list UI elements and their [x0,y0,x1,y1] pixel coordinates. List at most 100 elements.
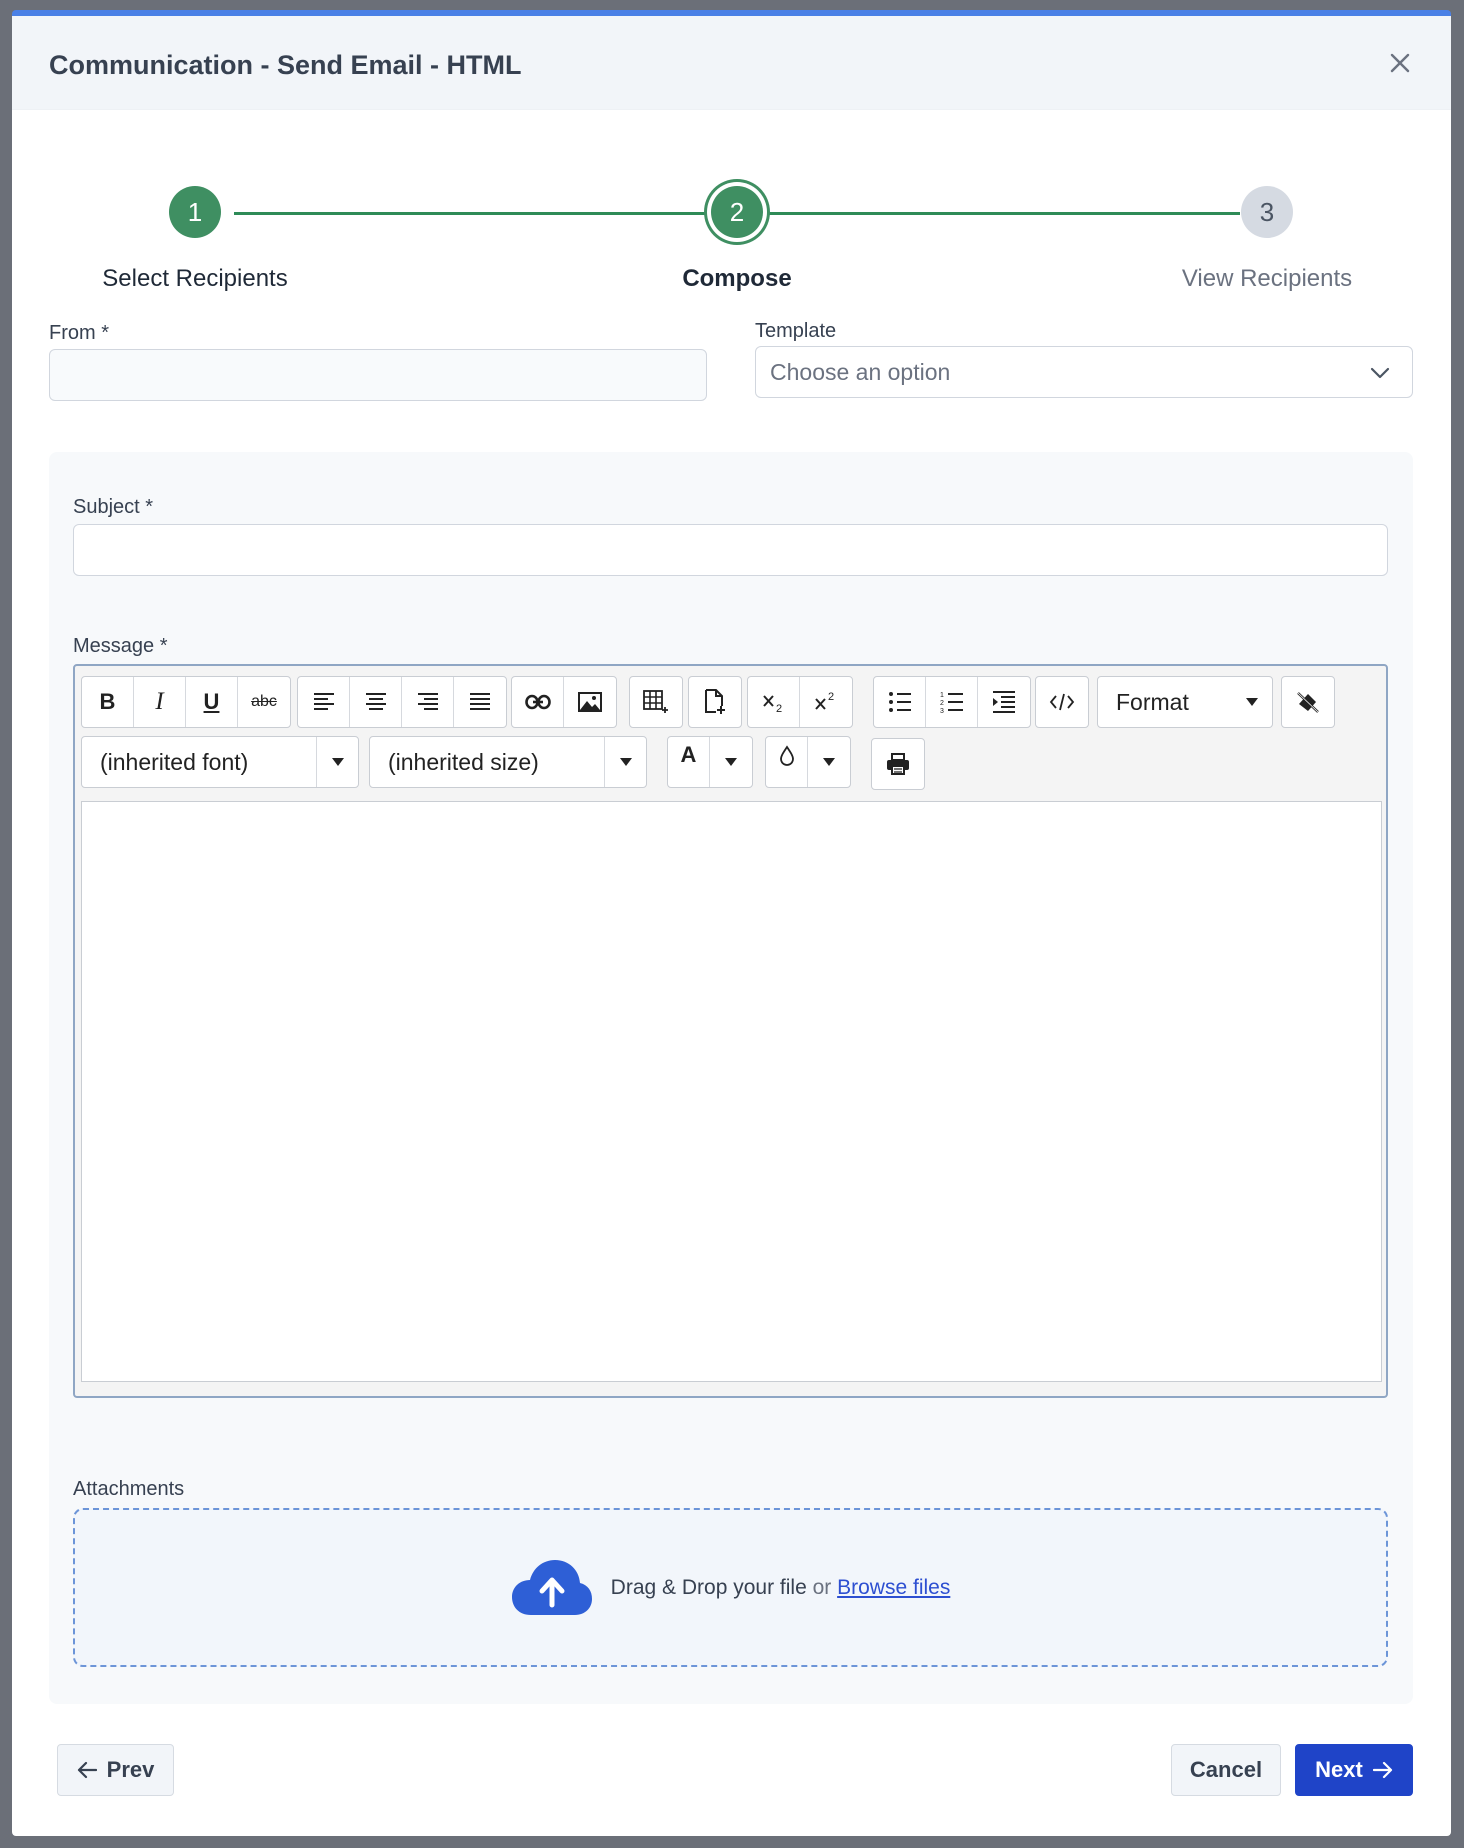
strikethrough-icon: abc [251,693,277,710]
svg-text:1: 1 [940,692,944,699]
format-dropdown-label: Format [1116,688,1189,715]
indent-icon [993,691,1015,713]
font-color-dropdown[interactable] [710,737,752,787]
dropdown-arrow-icon [331,758,344,766]
next-button-label: Next [1315,1757,1363,1782]
font-size-value: (inherited size) [388,748,539,775]
superscript-button[interactable]: 2 [800,677,852,727]
template-placeholder: Choose an option [770,358,951,385]
align-left-button[interactable] [298,677,350,727]
prev-button[interactable]: Prev [57,1744,174,1796]
step-1-circle[interactable]: 1 [169,186,221,238]
italic-button[interactable]: I [134,677,186,727]
bold-icon: B [99,689,116,714]
svg-text:3: 3 [940,708,944,714]
justify-button[interactable] [454,677,506,727]
next-button[interactable]: Next [1295,1744,1413,1796]
subject-field[interactable] [73,524,1388,576]
print-button[interactable] [872,739,924,789]
subscript-button[interactable]: 2 [748,677,800,727]
italic-icon: I [155,688,164,715]
justify-icon [470,693,490,710]
insert-link-button[interactable] [512,677,564,727]
modal-title: Communication - Send Email - HTML [49,50,522,80]
attachments-label: Attachments [73,1478,185,1500]
step-connector-2 [767,212,1240,215]
close-button[interactable] [1387,50,1413,76]
print-icon [887,753,909,775]
bullet-list-button[interactable] [874,677,926,727]
modal-header: Communication - Send Email - HTML [12,16,1451,110]
font-size-dropdown[interactable]: (inherited size) [369,736,647,788]
step-2-circle[interactable]: 2 [711,186,763,238]
from-label: From * [49,322,109,344]
align-center-icon [365,693,386,710]
dropdown-arrow-icon [1246,698,1258,706]
font-family-value: (inherited font) [100,748,249,775]
cancel-button[interactable]: Cancel [1171,1744,1281,1796]
align-right-icon [417,693,438,710]
step-3-circle[interactable]: 3 [1241,186,1293,238]
dropzone-text: Drag & Drop your file or Browse files [611,1576,951,1600]
source-group [1035,676,1089,728]
bullet-list-icon [888,692,911,712]
new-document-icon [705,689,725,714]
bold-button[interactable]: B [82,677,134,727]
svg-text:2: 2 [940,700,944,707]
background-color-dropdown[interactable] [808,737,850,787]
step-2-label: Compose [682,265,792,292]
font-color-button[interactable]: A [668,737,710,787]
text-style-group: B I U abc [81,676,291,728]
background-color-button[interactable] [766,737,808,787]
format-dropdown[interactable]: Format [1097,676,1273,728]
script-group: 2 2 [747,676,853,728]
insert-template-button[interactable] [689,677,741,727]
arrow-right-icon [1372,1761,1392,1779]
link-icon [524,694,551,710]
align-left-icon [313,693,334,710]
cancel-button-label: Cancel [1189,1757,1263,1782]
subscript-icon: 2 [762,695,782,713]
font-color-group: A [667,736,753,788]
underline-button[interactable]: U [186,677,238,727]
browse-files-link[interactable]: Browse files [837,1576,950,1599]
insert-image-button[interactable] [564,677,616,727]
image-icon [578,692,602,712]
dropdown-arrow-icon [619,758,632,766]
subject-label: Subject * [73,496,154,518]
list-group: 123 [873,676,1031,728]
dropdown-arrow-icon [725,758,737,766]
rich-text-editor: B I U abc 2 2 1 2 3 Format (inherited fo… [73,664,1388,1398]
dropzone-instruction: Drag & Drop your file [610,1575,807,1599]
template-group [688,676,742,728]
align-center-button[interactable] [350,677,402,727]
table-icon [643,690,668,713]
align-group [297,676,507,728]
attachment-dropzone[interactable]: Drag & Drop your file or Browse files [73,1508,1388,1667]
indent-button[interactable] [978,677,1030,727]
dropzone-or: or [812,1575,832,1599]
clear-format-group [1281,676,1335,728]
numbered-list-button[interactable]: 123 [926,677,978,727]
message-body-area[interactable] [81,801,1382,1382]
superscript-icon: 2 [815,691,834,710]
source-code-button[interactable] [1036,677,1088,727]
insert-table-button[interactable] [630,677,682,727]
template-select[interactable]: Choose an option [755,346,1413,398]
step-3-label: View Recipients [1181,265,1353,292]
stepper: 1 2 3 Select Recipients Compose View Rec… [12,110,1451,300]
clear-formatting-button[interactable] [1282,677,1334,727]
font-family-dropdown[interactable]: (inherited font) [81,736,359,788]
arrow-left-icon [77,1761,97,1779]
droplet-icon [779,745,794,766]
cloud-upload-icon [511,1559,592,1615]
send-email-modal: Communication - Send Email - HTML 1 2 3 … [12,10,1451,1836]
svg-text:2: 2 [828,691,834,703]
chevron-down-icon [1370,367,1390,379]
eraser-icon [1297,692,1319,713]
align-right-button[interactable] [402,677,454,727]
strikethrough-button[interactable]: abc [238,677,290,727]
insert-media-group [511,676,617,728]
dropdown-arrow-icon [823,758,835,766]
from-field[interactable] [49,349,707,401]
